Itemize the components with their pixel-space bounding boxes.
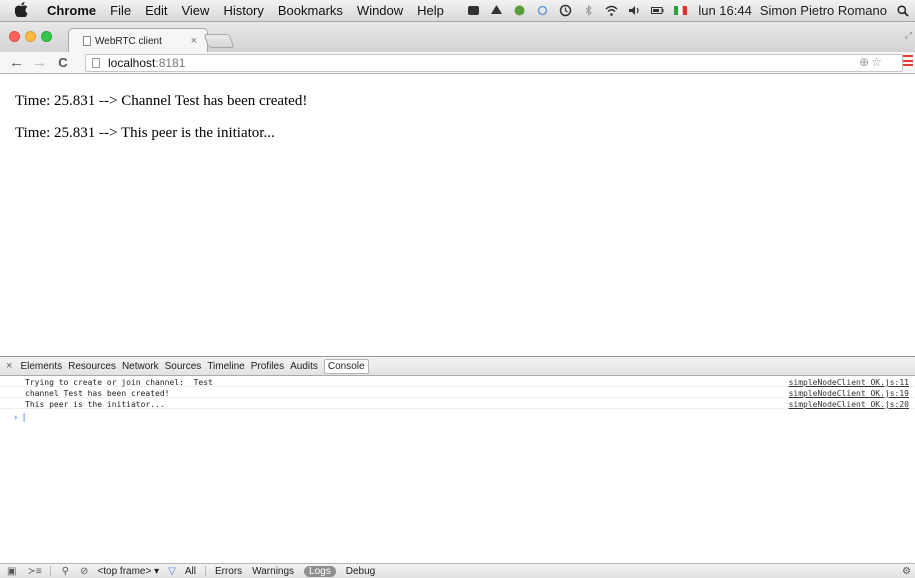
- omnibox-icons: ⊕☆: [859, 55, 884, 69]
- tab-sources[interactable]: Sources: [165, 361, 202, 372]
- wifi-icon[interactable]: [605, 4, 618, 17]
- reload-icon[interactable]: C: [56, 55, 70, 70]
- back-arrow-icon[interactable]: ←: [9, 54, 24, 71]
- devtools-panel: × Elements Resources Network Sources Tim…: [0, 356, 915, 578]
- window-controls: [9, 31, 57, 42]
- flag-italy-icon[interactable]: [674, 4, 688, 17]
- console-message: Trying to create or join channel: Test: [25, 378, 213, 387]
- sync-icon[interactable]: [536, 4, 549, 17]
- window-minimize-button[interactable]: [25, 31, 36, 42]
- drawer-icon[interactable]: ≻≡: [27, 566, 41, 577]
- console-source-link[interactable]: simpleNodeClient_OK.js:11: [789, 378, 909, 387]
- tab-network[interactable]: Network: [122, 361, 159, 372]
- menu-edit[interactable]: Edit: [145, 3, 167, 18]
- console-message: This peer is the initiator...: [25, 400, 165, 409]
- tab-close-icon[interactable]: ×: [191, 35, 197, 47]
- page-icon: [83, 36, 91, 46]
- page-icon: [92, 58, 100, 68]
- filter-icon[interactable]: ▽: [168, 566, 176, 577]
- console-prompt[interactable]: › |: [13, 413, 27, 423]
- spotlight-search-icon[interactable]: [897, 4, 909, 17]
- console-message: channel Test has been created!: [25, 389, 170, 398]
- dropbox-icon[interactable]: [467, 4, 480, 17]
- menu-file[interactable]: File: [110, 3, 131, 18]
- tab-timeline[interactable]: Timeline: [207, 361, 244, 372]
- tab-strip: WebRTC client × ⤢: [0, 22, 915, 53]
- clear-console-icon[interactable]: ⊘: [80, 566, 88, 577]
- tab-title: WebRTC client: [95, 35, 162, 47]
- status-tray: lun 16:44 Simon Pietro Romano: [462, 0, 915, 22]
- menu-bookmarks[interactable]: Bookmarks: [278, 3, 343, 18]
- menu-help[interactable]: Help: [417, 3, 444, 18]
- time-machine-icon[interactable]: [559, 4, 572, 17]
- console-row: This peer is the initiator... simpleNode…: [0, 399, 915, 409]
- address-bar[interactable]: localhost:8181 ⊕☆: [85, 54, 903, 72]
- console-output: Trying to create or join channel: Test s…: [0, 377, 915, 559]
- console-source-link[interactable]: simpleNodeClient_OK.js:19: [789, 389, 909, 398]
- inspect-search-icon[interactable]: ⚲: [62, 566, 69, 577]
- tab-resources[interactable]: Resources: [68, 361, 116, 372]
- menu-window[interactable]: Window: [357, 3, 403, 18]
- evernote-icon[interactable]: [513, 4, 526, 17]
- apple-icon[interactable]: [14, 1, 31, 20]
- level-warnings[interactable]: Warnings: [252, 566, 294, 577]
- forward-arrow-icon[interactable]: →: [32, 54, 47, 71]
- console-caret: |: [21, 413, 27, 423]
- zoom-icon[interactable]: ⊕: [859, 55, 871, 69]
- volume-icon[interactable]: [628, 4, 641, 17]
- tab-elements[interactable]: Elements: [20, 361, 62, 372]
- fullscreen-icon[interactable]: ⤢: [905, 30, 912, 41]
- tab-profiles[interactable]: Profiles: [251, 361, 284, 372]
- devtools-tabbar: × Elements Resources Network Sources Tim…: [0, 357, 915, 376]
- new-tab-button[interactable]: [203, 34, 235, 48]
- devtools-close-icon[interactable]: ×: [6, 360, 12, 372]
- drive-icon[interactable]: [490, 4, 503, 17]
- bookmark-star-icon[interactable]: ☆: [871, 55, 884, 69]
- bluetooth-icon[interactable]: [582, 4, 595, 17]
- divider: [49, 565, 51, 577]
- console-row: channel Test has been created! simpleNod…: [0, 388, 915, 398]
- console-row: Trying to create or join channel: Test s…: [0, 377, 915, 387]
- log-line: Time: 25.831 --> Channel Test has been c…: [15, 93, 308, 109]
- tab-webrtc-client[interactable]: WebRTC client ×: [68, 28, 208, 53]
- window-close-button[interactable]: [9, 31, 20, 42]
- devtools-statusbar: ▣ ≻≡ ⚲ ⊘ <top frame> ▾ ▽ All Errors Warn…: [0, 563, 915, 578]
- browser-toolbar: ← → C localhost:8181 ⊕☆: [0, 52, 915, 74]
- divider: [204, 565, 206, 577]
- window-maximize-button[interactable]: [41, 31, 52, 42]
- console-source-link[interactable]: simpleNodeClient_OK.js:20: [789, 400, 909, 409]
- chrome-menu-icon[interactable]: [903, 55, 913, 66]
- mac-menubar: Chrome File Edit View History Bookmarks …: [0, 0, 915, 22]
- menu-history[interactable]: History: [223, 3, 263, 18]
- gear-icon[interactable]: ⚙: [902, 566, 911, 577]
- page-content: Time: 25.831 --> Channel Test has been c…: [0, 75, 915, 355]
- battery-icon[interactable]: [651, 4, 664, 17]
- menubar-clock[interactable]: lun 16:44: [698, 3, 752, 18]
- tab-audits[interactable]: Audits: [290, 361, 318, 372]
- level-debug[interactable]: Debug: [346, 566, 375, 577]
- dock-icon[interactable]: ▣: [7, 566, 16, 577]
- tab-console[interactable]: Console: [323, 358, 369, 374]
- menu-view[interactable]: View: [181, 3, 209, 18]
- menubar-user[interactable]: Simon Pietro Romano: [760, 3, 887, 18]
- level-logs[interactable]: Logs: [304, 565, 336, 577]
- level-all[interactable]: All: [185, 566, 196, 577]
- level-errors[interactable]: Errors: [215, 566, 242, 577]
- menu-chrome[interactable]: Chrome: [47, 3, 96, 18]
- frame-select[interactable]: <top frame> ▾: [97, 566, 159, 577]
- url-host: localhost: [108, 56, 156, 70]
- prompt-chevron-icon: ›: [13, 413, 19, 423]
- url-port: :8181: [155, 56, 186, 70]
- log-line: Time: 25.831 --> This peer is the initia…: [15, 125, 275, 141]
